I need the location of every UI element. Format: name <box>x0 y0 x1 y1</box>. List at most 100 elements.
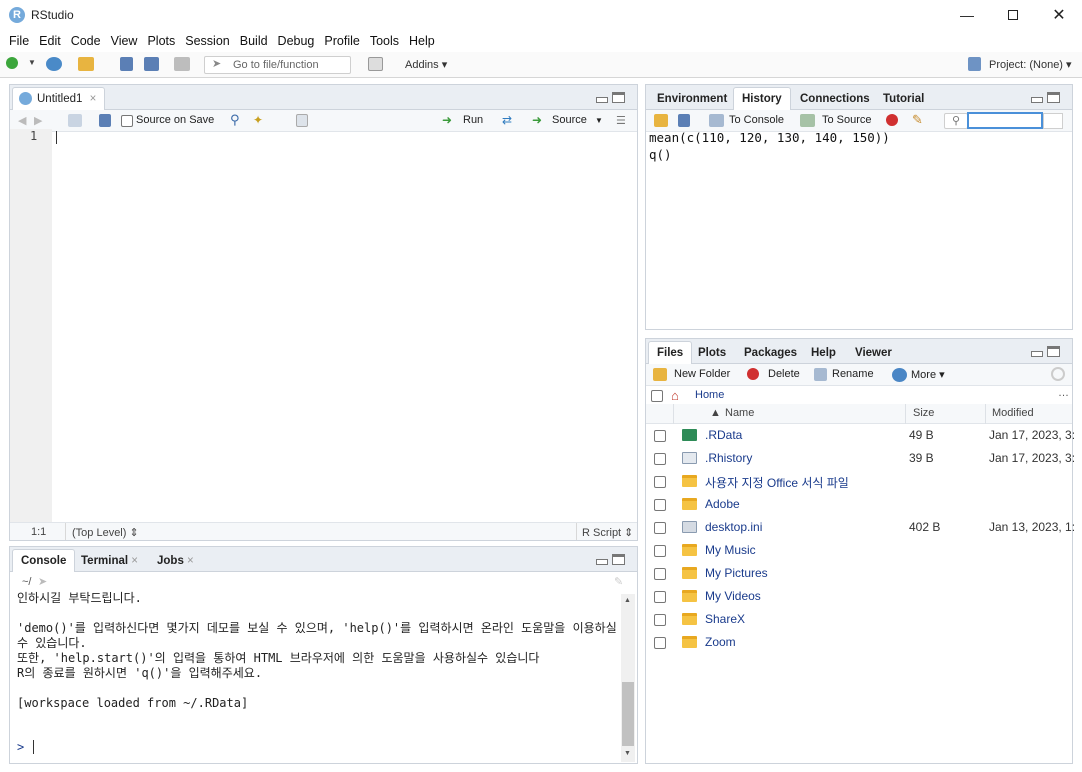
new-folder-button[interactable]: New Folder <box>674 368 730 380</box>
more-path-icon[interactable]: … <box>1058 387 1069 399</box>
back-arrow-icon[interactable]: ◀ <box>18 114 32 127</box>
tab-viewer[interactable]: Viewer <box>846 341 901 364</box>
tab-connections[interactable]: Connections <box>791 87 879 110</box>
search-icon[interactable]: ⚲ <box>230 112 244 127</box>
file-checkbox[interactable] <box>654 430 666 442</box>
file-checkbox[interactable] <box>654 476 666 488</box>
menu-tools[interactable]: Tools <box>365 30 404 52</box>
clear-console-broom-icon[interactable]: ✎ <box>614 575 628 588</box>
file-name[interactable]: Adobe <box>705 497 740 511</box>
history-entry[interactable]: q() <box>649 146 890 163</box>
save-icon[interactable] <box>120 57 133 71</box>
goto-file-function-input[interactable]: Go to file/function <box>204 56 351 74</box>
file-name[interactable]: ShareX <box>705 612 745 626</box>
column-size[interactable]: Size <box>913 405 934 423</box>
source-button[interactable]: Source <box>552 114 587 126</box>
scroll-down-icon[interactable]: ▼ <box>624 750 631 757</box>
menu-plots[interactable]: Plots <box>142 30 180 52</box>
project-menu[interactable]: Project: (None) ▾ <box>989 58 1072 71</box>
run-button[interactable]: Run <box>463 114 483 126</box>
to-source-button[interactable]: To Source <box>822 114 872 126</box>
maximize-pane-icon[interactable] <box>612 554 625 565</box>
load-history-icon[interactable] <box>654 114 668 127</box>
tab-console[interactable]: Console <box>12 549 76 572</box>
file-row-zoom[interactable]: Zoom <box>646 631 1070 654</box>
file-row-my-pictures[interactable]: My Pictures <box>646 562 1070 585</box>
close-tab-icon[interactable]: × <box>90 93 97 105</box>
menu-profile[interactable]: Profile <box>319 30 364 52</box>
scroll-up-icon[interactable]: ▲ <box>624 597 631 604</box>
more-button[interactable]: More ▾ <box>911 368 945 381</box>
tab-untitled1[interactable]: Untitled1 × <box>12 87 106 110</box>
menu-file[interactable]: File <box>4 30 34 52</box>
menu-help[interactable]: Help <box>404 30 440 52</box>
forward-arrow-icon[interactable]: ▶ <box>34 114 48 127</box>
menu-session[interactable]: Session <box>180 30 234 52</box>
close-window-button[interactable]: ✕ <box>1036 0 1082 30</box>
source-dropdown-icon[interactable]: ▼ <box>595 116 603 125</box>
minimize-pane-icon[interactable] <box>596 97 608 103</box>
breadcrumb-home[interactable]: Home <box>695 389 724 401</box>
minimize-window-button[interactable]: — <box>944 0 990 30</box>
save-source-icon[interactable] <box>99 114 111 127</box>
addins-menu[interactable]: Addins ▾ <box>405 58 447 71</box>
file-name[interactable]: 사용자 지정 Office 서식 파일 <box>705 474 849 491</box>
workspace-panes-icon[interactable] <box>368 57 383 71</box>
history-entry[interactable]: mean(c(110, 120, 130, 140, 150)) <box>649 129 890 146</box>
print-icon[interactable] <box>174 57 190 71</box>
close-terminal-icon[interactable]: × <box>131 555 138 567</box>
file-name[interactable]: My Pictures <box>705 566 768 580</box>
file-name[interactable]: .RData <box>705 428 742 442</box>
maximize-pane-icon[interactable] <box>1047 346 1060 357</box>
compile-report-icon[interactable] <box>296 114 308 127</box>
refresh-icon[interactable] <box>1051 367 1065 381</box>
file-type-selector[interactable]: R Script ⇕ <box>582 526 633 539</box>
minimize-pane-icon[interactable] <box>1031 351 1043 357</box>
clear-history-broom-icon[interactable]: ✎ <box>912 112 926 127</box>
menu-code[interactable]: Code <box>66 30 106 52</box>
column-modified[interactable]: Modified <box>992 405 1034 423</box>
file-name[interactable]: desktop.ini <box>705 520 762 534</box>
file-checkbox[interactable] <box>654 591 666 603</box>
save-history-icon[interactable] <box>678 114 690 127</box>
menu-view[interactable]: View <box>106 30 143 52</box>
file-row-office-templates[interactable]: 사용자 지정 Office 서식 파일 <box>646 470 1070 493</box>
rename-button[interactable]: Rename <box>832 368 874 380</box>
scope-selector[interactable]: (Top Level) ⇕ <box>72 526 139 539</box>
file-row-my-videos[interactable]: My Videos <box>646 585 1070 608</box>
code-tools-wand-icon[interactable]: ✦ <box>253 113 267 127</box>
close-jobs-icon[interactable]: × <box>187 555 194 567</box>
file-row-adobe[interactable]: Adobe <box>646 493 1070 516</box>
maximize-pane-icon[interactable] <box>1047 92 1060 103</box>
remove-history-icon[interactable] <box>886 114 898 126</box>
open-file-icon[interactable] <box>78 57 94 71</box>
tab-plots[interactable]: Plots <box>689 341 735 364</box>
menu-edit[interactable]: Edit <box>34 30 66 52</box>
code-editor[interactable] <box>52 129 637 522</box>
tab-history[interactable]: History <box>733 87 791 110</box>
save-all-icon[interactable] <box>144 57 159 71</box>
file-row-rdata[interactable]: .RData 49 B Jan 17, 2023, 3: <box>646 424 1075 447</box>
file-checkbox[interactable] <box>654 453 666 465</box>
source-on-save-checkbox[interactable] <box>121 115 133 127</box>
history-search-clear[interactable] <box>1043 113 1063 129</box>
go-to-dir-icon[interactable]: ➤ <box>38 575 47 588</box>
tab-packages[interactable]: Packages <box>735 341 806 364</box>
menu-debug[interactable]: Debug <box>273 30 320 52</box>
file-row-rhistory[interactable]: .Rhistory 39 B Jan 17, 2023, 3: <box>646 447 1075 470</box>
minimize-pane-icon[interactable] <box>1031 97 1043 103</box>
file-checkbox[interactable] <box>654 545 666 557</box>
tab-jobs[interactable]: Jobs × <box>148 549 203 572</box>
file-name[interactable]: My Videos <box>705 589 761 603</box>
console-input[interactable] <box>40 736 615 756</box>
select-all-checkbox[interactable] <box>651 390 663 402</box>
file-checkbox[interactable] <box>654 568 666 580</box>
to-console-button[interactable]: To Console <box>729 114 784 126</box>
column-name[interactable]: Name <box>725 405 754 423</box>
maximize-window-button[interactable] <box>990 0 1036 30</box>
tab-help[interactable]: Help <box>802 341 845 364</box>
tab-terminal[interactable]: Terminal × <box>72 549 147 572</box>
file-row-sharex[interactable]: ShareX <box>646 608 1070 631</box>
history-search-input[interactable] <box>967 112 1043 129</box>
file-checkbox[interactable] <box>654 614 666 626</box>
